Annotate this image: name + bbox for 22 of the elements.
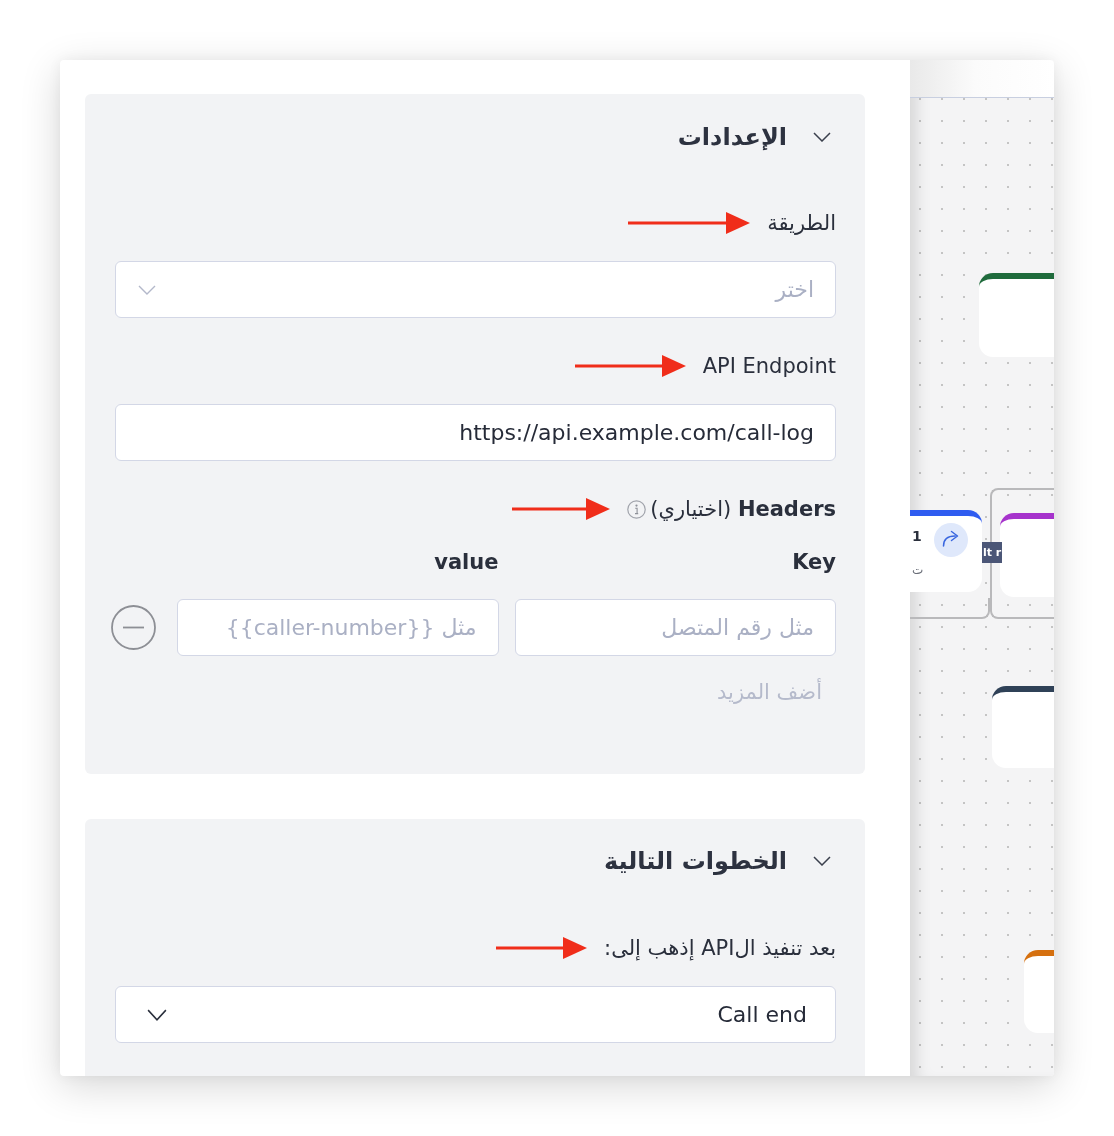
column-label: value — [433, 549, 499, 575]
key-field[interactable]: مثل رقم المتصل — [514, 599, 836, 656]
info-icon[interactable] — [627, 499, 647, 519]
column-label: Key — [791, 549, 836, 575]
flow-node[interactable] — [1000, 513, 1054, 597]
remove-icon[interactable] — [111, 605, 156, 650]
flow-node[interactable] — [992, 686, 1054, 768]
endpoint-field[interactable]: https://api.example.com/call-log — [115, 404, 836, 461]
field-label: بعد تنفيذ الAPI إذهب إلى: — [604, 935, 836, 961]
flow-node[interactable] — [1024, 950, 1054, 1033]
field-label: الطريقة — [767, 210, 836, 236]
chevron-down-icon — [138, 284, 156, 295]
section-toggle[interactable]: الإعدادات — [677, 122, 836, 152]
node-subtitle: ت — [912, 563, 924, 577]
route-label: lt r — [982, 542, 1003, 563]
node-title: 1 — [912, 528, 922, 544]
section-toggle[interactable]: الخطوات التالية — [603, 846, 836, 876]
field-label: API Endpoint — [702, 353, 836, 379]
chevron-down-icon — [147, 1008, 167, 1021]
destination-select[interactable]: Call end — [115, 986, 836, 1043]
flow-node[interactable] — [979, 273, 1054, 357]
value-field[interactable]: مثل {{caller-number}} — [177, 599, 499, 656]
